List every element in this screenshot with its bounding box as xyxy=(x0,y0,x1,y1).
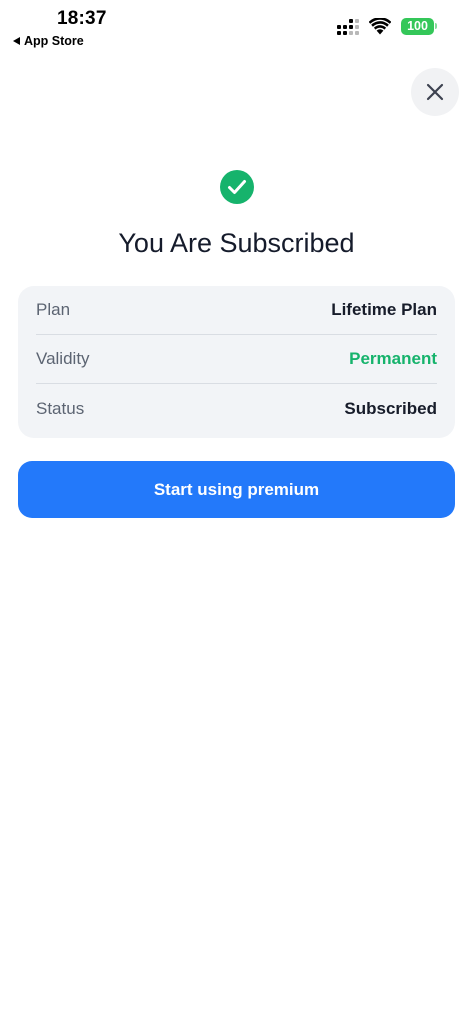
start-using-premium-button[interactable]: Start using premium xyxy=(18,461,455,518)
subscription-success-screen: 18:37 App Store 100 You Are Subscribed P… xyxy=(0,0,473,1024)
check-circle-icon xyxy=(220,170,254,204)
status-time: 18:37 xyxy=(57,8,107,29)
back-triangle-icon xyxy=(13,37,20,45)
battery-level: 100 xyxy=(401,17,434,35)
page-title: You Are Subscribed xyxy=(118,228,355,258)
battery-icon: 100 xyxy=(401,17,437,35)
wifi-icon xyxy=(369,17,391,34)
validity-label: Validity xyxy=(36,349,90,368)
close-icon xyxy=(426,83,444,101)
detail-row-validity: Validity Permanent xyxy=(36,335,437,384)
plan-value: Lifetime Plan xyxy=(331,300,437,319)
status-indicators: 100 xyxy=(337,17,437,35)
close-button[interactable] xyxy=(411,68,459,116)
subscription-details-card: Plan Lifetime Plan Validity Permanent St… xyxy=(18,286,455,438)
cellular-signal-icon xyxy=(337,17,359,35)
back-app-label: App Store xyxy=(24,34,84,48)
detail-row-plan: Plan Lifetime Plan xyxy=(36,286,437,335)
plan-label: Plan xyxy=(36,300,71,319)
detail-row-status: Status Subscribed xyxy=(36,384,437,433)
status-label: Status xyxy=(36,398,85,418)
status-value: Subscribed xyxy=(344,398,437,418)
back-to-app-store-link[interactable]: App Store xyxy=(13,34,84,48)
validity-value: Permanent xyxy=(349,349,437,368)
